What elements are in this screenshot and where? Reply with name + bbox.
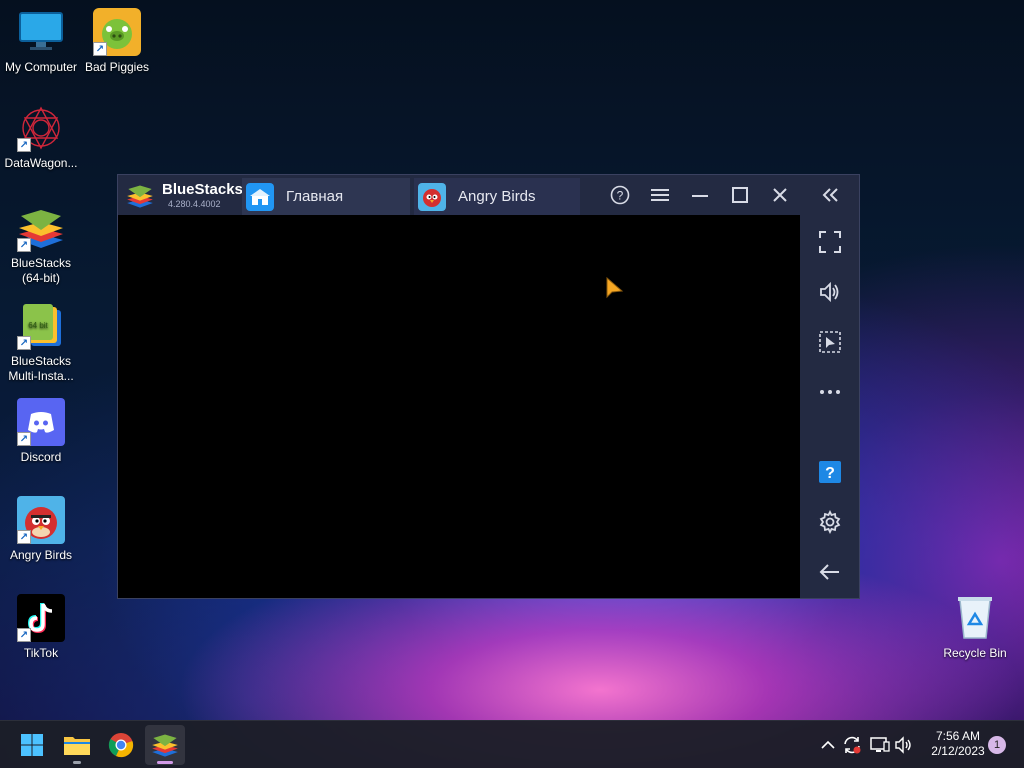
angry-birds-icon — [418, 182, 446, 211]
maximize-icon[interactable] — [728, 183, 752, 207]
clock-date: 2/12/2023 — [931, 744, 985, 758]
chevron-up-icon[interactable] — [818, 735, 838, 755]
desktop-icon-recycle-bin[interactable]: Recycle Bin — [934, 594, 1016, 661]
select-cursor-icon[interactable] — [817, 329, 843, 355]
tab-label: Angry Birds — [458, 188, 536, 205]
desktop-icon-angry-birds[interactable]: ↗ Angry Birds — [0, 496, 82, 563]
desktop-icon-label: BlueStacks (64-bit) — [10, 256, 72, 285]
taskbar: 7:56 AM 2/12/2023 1 — [0, 720, 1024, 768]
discord-icon: ↗ — [17, 398, 65, 446]
more-icon[interactable] — [817, 379, 843, 405]
datawagon-icon: ↗ — [17, 104, 65, 152]
settings-icon[interactable] — [817, 509, 843, 535]
desktop-icon-discord[interactable]: ↗ Discord — [0, 398, 82, 465]
desktop-icon-label: Bad Piggies — [84, 60, 150, 74]
chrome-icon[interactable] — [101, 725, 141, 765]
shortcut-arrow-icon: ↗ — [93, 42, 107, 56]
bluestacks-version: 4.280.4.4002 — [168, 199, 221, 209]
collapse-sidebar-icon[interactable] — [818, 183, 842, 207]
tab-label: Главная — [286, 188, 344, 205]
bad-piggies-icon: ↗ — [93, 8, 141, 56]
tiktok-icon: ↗ — [17, 594, 65, 642]
network-icon[interactable] — [870, 735, 890, 755]
shortcut-arrow-icon: ↗ — [17, 138, 31, 152]
close-icon[interactable] — [768, 183, 792, 207]
desktop-icon-label: My Computer — [4, 60, 78, 74]
desktop-icon-label: DataWagon... — [4, 156, 78, 170]
desktop-icon-label: BlueStacks Multi-Insta... — [8, 354, 74, 383]
shortcut-arrow-icon: ↗ — [17, 336, 31, 350]
desktop-icon-bluestacks[interactable]: ↗ BlueStacks (64-bit) — [0, 204, 82, 286]
svg-text:?: ? — [825, 465, 835, 482]
sync-icon[interactable] — [842, 735, 862, 755]
bluestacks-brand-name: BlueStacks — [162, 181, 243, 198]
shortcut-arrow-icon: ↗ — [17, 238, 31, 252]
active-indicator — [157, 761, 173, 764]
help-icon[interactable]: ? — [608, 183, 632, 207]
notification-badge[interactable]: 1 — [988, 736, 1006, 754]
back-arrow-icon[interactable] — [817, 559, 843, 585]
bluestacks-logo-icon — [127, 185, 153, 208]
desktop-icon-bad-piggies[interactable]: ↗ Bad Piggies — [76, 8, 158, 75]
mouse-cursor-icon — [606, 277, 624, 299]
tab-home[interactable]: Главная — [242, 178, 410, 215]
desktop-icon-label: TikTok — [23, 646, 59, 660]
volume-icon[interactable] — [817, 279, 843, 305]
bluestacks-icon: ↗ — [17, 204, 65, 252]
bluestacks-sidebar: ? — [800, 215, 859, 598]
file-explorer-icon[interactable] — [57, 725, 97, 765]
minimize-icon[interactable] — [688, 183, 712, 207]
shortcut-arrow-icon: ↗ — [17, 628, 31, 642]
shortcut-arrow-icon: ↗ — [17, 530, 31, 544]
monitor-icon — [17, 8, 65, 56]
volume-icon[interactable] — [894, 735, 914, 755]
home-icon — [246, 182, 274, 211]
bluestacks-taskbar-icon[interactable] — [145, 725, 185, 765]
bluestacks-multi-icon: 64 bit ↗ — [17, 302, 65, 350]
help-icon[interactable]: ? — [817, 459, 843, 485]
tab-angry-birds[interactable]: Angry Birds — [414, 178, 580, 215]
bluestacks-brand: BlueStacks 4.280.4.4002 — [124, 179, 244, 211]
shortcut-arrow-icon: ↗ — [17, 432, 31, 446]
desktop-icon-label: Angry Birds — [9, 548, 73, 562]
desktop-icon-tiktok[interactable]: ↗ TikTok — [0, 594, 82, 661]
desktop-icon-bluestacks-multi[interactable]: 64 bit ↗ BlueStacks Multi-Insta... — [0, 302, 82, 384]
bluestacks-titlebar[interactable]: BlueStacks 4.280.4.4002 Главная Angry Bi… — [118, 175, 859, 215]
desktop-icon-datawagon[interactable]: ↗ DataWagon... — [0, 104, 82, 171]
angry-birds-icon: ↗ — [17, 496, 65, 544]
desktop-icon-label: Discord — [20, 450, 62, 464]
bluestacks-window[interactable]: BlueStacks 4.280.4.4002 Главная Angry Bi… — [117, 174, 860, 599]
windows-start-icon[interactable] — [12, 725, 52, 765]
menu-icon[interactable] — [648, 183, 672, 207]
running-indicator — [73, 761, 81, 764]
svg-text:64 bit: 64 bit — [28, 321, 48, 330]
svg-text:?: ? — [617, 189, 624, 203]
desktop-icon-my-computer[interactable]: My Computer — [0, 8, 82, 75]
recycle-bin-icon — [951, 594, 999, 642]
clock-time: 7:56 AM — [935, 729, 981, 743]
desktop-icon-label: Recycle Bin — [943, 646, 1007, 660]
emulator-screen[interactable] — [118, 215, 800, 598]
taskbar-clock[interactable]: 7:56 AM 2/12/2023 — [920, 729, 996, 759]
fullscreen-icon[interactable] — [817, 229, 843, 255]
